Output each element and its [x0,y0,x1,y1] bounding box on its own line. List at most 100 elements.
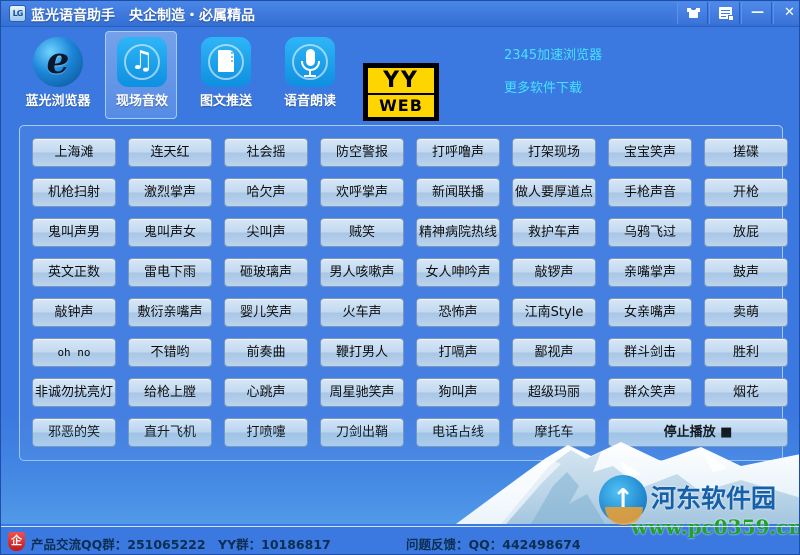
tool-label-image-text-push: 图文推送 [199,94,252,109]
sound-button[interactable]: oh no [32,338,116,367]
tool-label-browser: 蓝光浏览器 [25,94,91,109]
music-note-icon: ♫ [117,37,167,87]
status-qq-groups: 产品交流QQ群：251065222 YY群：10186817 [31,537,331,552]
sound-button[interactable]: 江南Style [512,298,596,327]
shield-icon [8,532,25,551]
toolbar: 蓝光浏览器 ♫ 现场音效 图文推送 语音朗读 YY WEB [1,27,799,123]
yy-logo-top: YY [368,68,434,93]
sound-button[interactable]: 连天红 [128,138,212,167]
sound-button[interactable]: 乌鸦飞过 [608,218,692,247]
sound-button[interactable]: 女人呻吟声 [416,258,500,287]
close-icon: ✕ [784,5,795,20]
sound-button[interactable]: 敲钟声 [32,298,116,327]
sound-button[interactable]: 电话占线 [416,418,500,447]
sound-button[interactable]: 宝宝笑声 [608,138,692,167]
sound-button[interactable]: 摩托车 [512,418,596,447]
sound-button[interactable]: 手枪声音 [608,178,692,207]
minimize-button[interactable]: — [741,2,772,24]
sound-button[interactable]: 贼笑 [320,218,404,247]
sound-button[interactable]: 哈欠声 [224,178,308,207]
tool-label-sound-effects: 现场音效 [115,94,168,109]
sound-button[interactable]: 卖萌 [704,298,788,327]
sound-button[interactable]: 打呼噜声 [416,138,500,167]
sound-button[interactable]: 做人要厚道点 [512,178,596,207]
link-2345-browser[interactable]: 2345加速浏览器 [504,44,602,63]
sound-button[interactable]: 群众笑声 [608,378,692,407]
sound-button[interactable]: 狗叫声 [416,378,500,407]
sound-button[interactable]: 刀剑出鞘 [320,418,404,447]
sound-button[interactable]: 周星驰笑声 [320,378,404,407]
sound-button[interactable]: 前奏曲 [224,338,308,367]
sound-button[interactable]: 打架现场 [512,138,596,167]
sound-button[interactable]: 非诚勿扰亮灯 [32,378,116,407]
sound-button[interactable]: 恐怖声 [416,298,500,327]
application-window: LG 蓝光语音助手 央企制造・必属精品 — ✕ 蓝光浏览器 ♫ [0,0,800,555]
tshirt-icon [687,8,700,18]
sound-button[interactable]: 雷电下雨 [128,258,212,287]
skin-button[interactable] [677,2,708,24]
tool-label-voice-reading: 语音朗读 [283,94,336,109]
sound-button[interactable]: 婴儿笑声 [224,298,308,327]
tool-item-image-text-push[interactable]: 图文推送 [189,31,261,119]
sound-button[interactable]: 胜利 [704,338,788,367]
sound-button[interactable]: 火车声 [320,298,404,327]
sound-button[interactable]: 打嗝声 [416,338,500,367]
tool-item-sound-effects[interactable]: ♫ 现场音效 [105,31,177,119]
sound-button[interactable]: 超级玛丽 [512,378,596,407]
app-logo-icon: LG [9,5,26,22]
watermark-site-name: 河东软件园 [651,484,777,513]
sound-button[interactable]: 上海滩 [32,138,116,167]
sound-button[interactable]: 救护车声 [512,218,596,247]
status-bar: 产品交流QQ群：251065222 YY群：10186817 问题反馈：QQ：4… [1,526,799,554]
sound-button[interactable]: 给枪上膛 [128,378,212,407]
sound-button[interactable]: 打喷嚏 [224,418,308,447]
sound-button[interactable]: 心跳声 [224,378,308,407]
sound-button[interactable]: 烟花 [704,378,788,407]
sound-button[interactable]: 新闻联播 [416,178,500,207]
register-button[interactable] [709,2,740,24]
sound-button[interactable]: 鬼叫声男 [32,218,116,247]
close-button[interactable]: ✕ [773,2,799,24]
sound-button[interactable]: 敲锣声 [512,258,596,287]
sound-button[interactable]: 激烈掌声 [128,178,212,207]
sound-button[interactable]: 放屁 [704,218,788,247]
sound-button[interactable]: 女亲嘴声 [608,298,692,327]
sound-button[interactable]: 群斗剑击 [608,338,692,367]
sound-button[interactable]: 欢呼掌声 [320,178,404,207]
document-push-icon [201,37,251,87]
sound-button[interactable]: 亲嘴掌声 [608,258,692,287]
sound-button[interactable]: 敷衍亲嘴声 [128,298,212,327]
sound-button[interactable]: 鄙视声 [512,338,596,367]
sound-button[interactable]: 社会摇 [224,138,308,167]
sound-button[interactable]: 鞭打男人 [320,338,404,367]
sound-button[interactable]: 邪恶的笑 [32,418,116,447]
sound-effects-panel: 上海滩 连天红 社会摇 防空警报 打呼噜声 打架现场 宝宝笑声 搓碟机枪扫射 激烈掌声 哈欠声 欢呼… [19,125,788,461]
sound-button[interactable]: 鬼叫声女 [128,218,212,247]
yy-web-logo[interactable]: YY WEB [363,63,439,121]
microphone-icon [285,37,335,87]
sound-button[interactable]: 尖叫声 [224,218,308,247]
watermark-logo-icon [599,475,647,525]
title-bar: LG 蓝光语音助手 央企制造・必属精品 — ✕ [1,1,799,27]
status-feedback-qq: 问题反馈：QQ：442498674 [406,537,581,552]
sound-button[interactable]: 机枪扫射 [32,178,116,207]
sound-button[interactable]: 砸玻璃声 [224,258,308,287]
window-title: 蓝光语音助手 央企制造・必属精品 [31,8,255,24]
yy-logo-bottom: WEB [368,95,434,117]
minimize-icon: — [751,5,764,20]
browser-e-icon [33,37,83,87]
sound-button[interactable]: 鼓声 [704,258,788,287]
sound-button[interactable]: 直升飞机 [128,418,212,447]
sound-button[interactable]: 精神病院热线 [416,218,500,247]
stop-playback-button[interactable]: 停止播放 ■ [608,418,788,447]
tool-item-voice-reading[interactable]: 语音朗读 [273,31,345,119]
register-form-icon [719,7,734,21]
sound-button[interactable]: 不错哟 [128,338,212,367]
sound-button[interactable]: 男人咳嗽声 [320,258,404,287]
tool-item-browser[interactable]: 蓝光浏览器 [21,31,93,119]
sound-button[interactable]: 英文正数 [32,258,116,287]
link-more-downloads[interactable]: 更多软件下载 [504,77,582,96]
sound-button[interactable]: 搓碟 [704,138,788,167]
sound-button[interactable]: 开枪 [704,178,788,207]
sound-button[interactable]: 防空警报 [320,138,404,167]
